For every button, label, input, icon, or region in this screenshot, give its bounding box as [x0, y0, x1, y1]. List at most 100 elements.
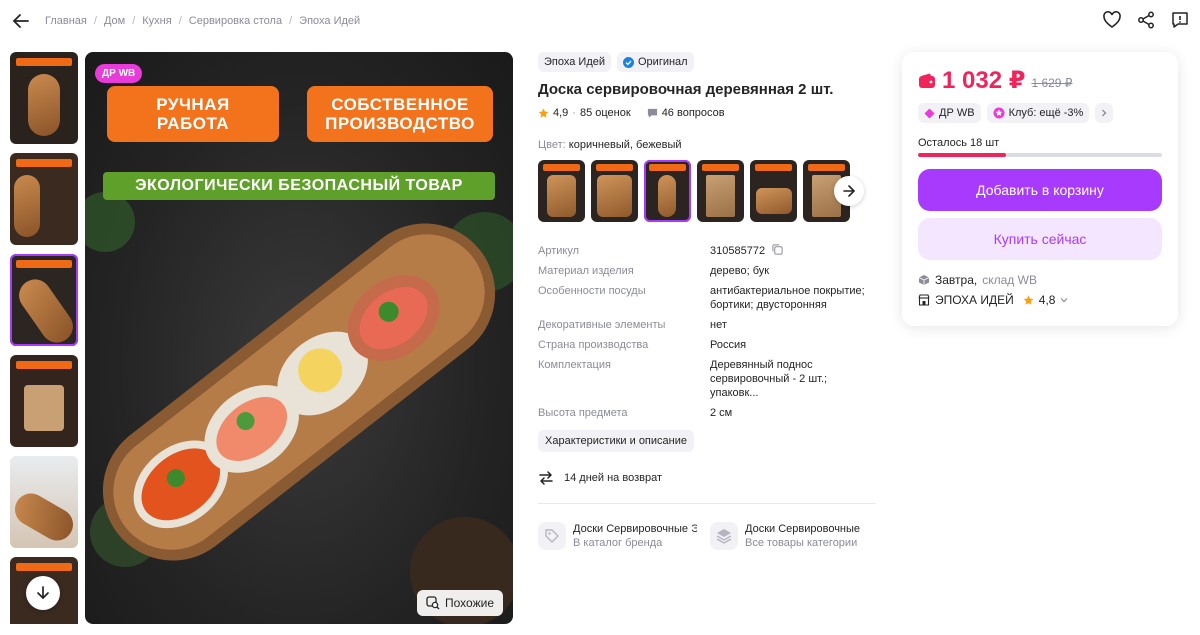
spec-row: Высота предмета 2 см	[538, 406, 878, 420]
stock-label: Осталось 18 шт	[918, 137, 1000, 149]
breadcrumb-separator: /	[178, 15, 182, 27]
color-variants	[538, 160, 878, 222]
original-label: Оригинал	[638, 56, 688, 68]
spec-key: Высота предмета	[538, 407, 628, 419]
thumbnail-3[interactable]	[10, 254, 78, 346]
spec-value: дерево; бук	[710, 265, 770, 277]
report-button[interactable]	[1170, 10, 1190, 30]
spec-key: Артикул	[538, 245, 580, 257]
return-arrows-icon	[539, 471, 553, 485]
layers-icon	[710, 522, 738, 550]
brand-catalog-link[interactable]: Доски Сервировочные Э В каталог бренда	[538, 522, 698, 550]
chevron-right-icon	[1102, 109, 1107, 117]
comment-alert-icon	[1172, 12, 1188, 28]
add-to-cart-button[interactable]: Добавить в корзину	[918, 169, 1162, 211]
delivery-date: Завтра,	[935, 273, 978, 287]
more-promos-button[interactable]	[1095, 103, 1114, 123]
category-link[interactable]: Доски Сервировочные Все товары категории	[710, 522, 870, 550]
color-label: Цвет:	[538, 139, 566, 151]
color-variant-2[interactable]	[591, 160, 638, 222]
divider	[538, 503, 876, 504]
color-row: Цвет: коричневый, бежевый	[538, 139, 878, 151]
breadcrumb-separator: /	[289, 15, 293, 27]
color-variant-3[interactable]	[644, 160, 691, 222]
price: 1 032 ₽	[942, 67, 1026, 94]
similar-button[interactable]: Похожие	[417, 590, 503, 616]
product-info: Эпоха Идей Оригинал Доска сервировочная …	[538, 52, 878, 550]
breadcrumb-item-home-goods[interactable]: Дом	[104, 15, 125, 27]
thumbnails-scroll-down-button[interactable]	[26, 576, 60, 610]
stock-progress-fill	[918, 153, 1006, 157]
buy-now-button[interactable]: Купить сейчас	[918, 218, 1162, 260]
delivery-info: Завтра, склад WB	[918, 273, 1162, 287]
original-chip[interactable]: Оригинал	[617, 52, 694, 72]
box-icon	[918, 275, 930, 285]
birthday-chip-label: ДР WB	[939, 107, 975, 119]
verified-icon	[623, 56, 634, 68]
arrow-down-icon	[37, 586, 49, 600]
color-variant-4[interactable]	[697, 160, 744, 222]
thumbnail-5[interactable]	[10, 456, 78, 548]
specs-table: Артикул 310585772 Материал изделия дерево…	[538, 244, 878, 452]
spec-key: Декоративные элементы	[538, 319, 666, 331]
brand-chip[interactable]: Эпоха Идей	[538, 52, 611, 72]
club-icon	[993, 107, 1005, 119]
promo-handmade: РУЧНАЯ РАБОТА	[107, 86, 279, 142]
promo-eco: ЭКОЛОГИЧЕСКИ БЕЗОПАСНЫЙ ТОВАР	[103, 172, 495, 200]
breadcrumb-item-kitchen[interactable]: Кухня	[142, 15, 171, 27]
return-info: 14 дней на возврат	[538, 470, 878, 486]
back-button[interactable]	[8, 8, 34, 34]
birthday-badge: ДР WB	[95, 64, 143, 83]
club-chip[interactable]: Клуб: ещё -3%	[986, 103, 1090, 123]
breadcrumb: Главная / Дом / Кухня / Сервировка стола…	[45, 15, 360, 27]
thumbnail-1[interactable]	[10, 52, 78, 144]
star-icon	[538, 108, 549, 118]
copy-icon[interactable]	[772, 244, 783, 255]
spec-key: Особенности посуды	[538, 285, 646, 297]
questions-count[interactable]: 46 вопросов	[662, 107, 725, 119]
breadcrumb-separator: /	[93, 15, 97, 27]
article-number: 310585772	[710, 245, 766, 257]
star-icon	[1023, 295, 1034, 305]
breadcrumb-item-brand[interactable]: Эпоха Идей	[299, 15, 360, 27]
spec-key: Комплектация	[538, 359, 611, 371]
store-icon	[918, 294, 930, 306]
thumbnail-2[interactable]	[10, 153, 78, 245]
brand-link-title: Доски Сервировочные Э	[573, 523, 697, 535]
share-icon	[1138, 11, 1154, 29]
color-value: коричневый, бежевый	[568, 139, 682, 151]
chevron-down-icon	[1061, 298, 1068, 303]
color-variant-1[interactable]	[538, 160, 585, 222]
question-bubble-icon	[647, 108, 657, 118]
color-variant-5[interactable]	[750, 160, 797, 222]
thumbnail-4[interactable]	[10, 355, 78, 447]
favorite-button[interactable]	[1102, 10, 1122, 30]
color-variants-next-button[interactable]	[834, 176, 864, 206]
brand-link-subtitle: В каталог бренда	[573, 537, 663, 549]
breadcrumb-item-table-setting[interactable]: Сервировка стола	[189, 15, 282, 27]
spec-value: 2 см	[710, 407, 733, 419]
breadcrumb-item-home[interactable]: Главная	[45, 15, 87, 27]
spec-value: нет	[710, 319, 727, 331]
spec-row: Страна производства Россия	[538, 338, 878, 352]
product-title: Доска сервировочная деревянная 2 шт.	[538, 81, 834, 98]
wallet-icon	[919, 73, 935, 88]
seller-link[interactable]: ЭПОХА ИДЕЙ 4,8	[918, 293, 1162, 307]
seller-name: ЭПОХА ИДЕЙ	[935, 293, 1014, 307]
spec-key: Материал изделия	[538, 265, 634, 277]
share-button[interactable]	[1136, 10, 1156, 30]
main-product-image[interactable]: ДР WB РУЧНАЯ РАБОТА СОБСТВЕННОЕ ПРОИЗВОД…	[85, 52, 513, 624]
rating-value: 4,9	[553, 107, 569, 119]
thumbnail-list	[10, 52, 78, 624]
delivery-warehouse: склад WB	[982, 273, 1037, 287]
heart-icon	[1103, 11, 1121, 28]
breadcrumb-separator: /	[132, 15, 136, 27]
spec-value: Деревянный поднос сервировочный - 2 шт.;…	[710, 359, 828, 399]
reviews-count[interactable]: 85 оценок	[580, 107, 631, 119]
spec-row: Особенности посуды антибактериальное покр…	[538, 284, 878, 312]
spec-key: Страна производства	[538, 339, 649, 351]
category-link-title: Доски Сервировочные	[745, 523, 861, 535]
rating-row: 4,9 · 85 оценок 46 вопросов	[538, 107, 878, 119]
birthday-chip[interactable]: ДР WB	[918, 103, 981, 123]
characteristics-button[interactable]: Характеристики и описание	[538, 430, 694, 452]
